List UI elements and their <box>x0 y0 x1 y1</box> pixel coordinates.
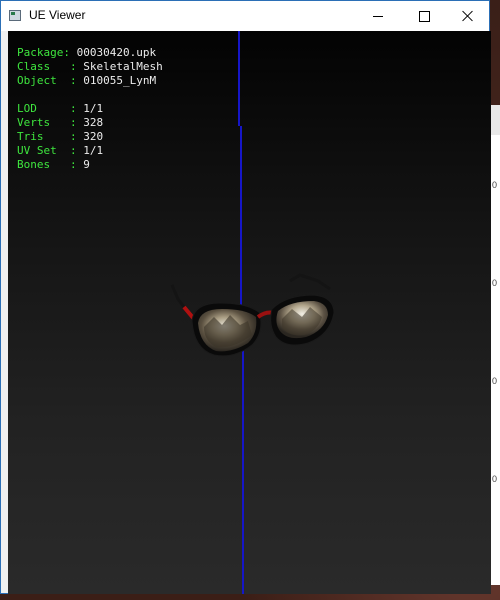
sunglasses-mesh <box>170 273 335 357</box>
mesh-info-overlay: Package: 00030420.upk Class : SkeletalMe… <box>17 46 163 172</box>
lod-value: 1/1 <box>83 102 104 115</box>
axis-line <box>238 31 240 126</box>
close-button[interactable] <box>447 1 489 31</box>
info-row-bones: Bones : 9 <box>17 158 90 171</box>
info-row-tris: Tris : 320 <box>17 130 104 143</box>
background-window-marker: 0 <box>492 278 498 288</box>
info-row-object: Object : 010055_LynM <box>17 74 157 87</box>
minimize-button[interactable] <box>355 1 401 31</box>
verts-value: 328 <box>83 116 104 129</box>
object-value: 010055_LynM <box>83 74 157 87</box>
maximize-icon <box>418 10 430 22</box>
tris-value: 320 <box>83 130 104 143</box>
background-window-edge: 0 0 0 0 <box>490 105 500 585</box>
info-row-lod: LOD : 1/1 <box>17 102 104 115</box>
app-icon[interactable] <box>9 10 21 21</box>
title-bar[interactable]: UE Viewer <box>1 1 489 31</box>
ue-viewer-window: UE Viewer Package: 00030420.upk Class : … <box>0 0 491 594</box>
uvset-value: 1/1 <box>83 144 104 157</box>
close-icon <box>462 10 474 22</box>
window-title: UE Viewer <box>29 8 86 22</box>
background-window-marker: 0 <box>492 376 498 386</box>
background-window-header <box>490 105 500 135</box>
class-value: SkeletalMesh <box>83 60 163 73</box>
info-row-package: Package: 00030420.upk <box>17 46 157 59</box>
3d-viewport[interactable]: Package: 00030420.upk Class : SkeletalMe… <box>8 31 491 594</box>
right-temple-arm <box>289 273 331 291</box>
background-window-marker: 0 <box>492 180 498 190</box>
info-row-verts: Verts : 328 <box>17 116 104 129</box>
bones-value: 9 <box>83 158 90 171</box>
info-row-class: Class : SkeletalMesh <box>17 60 163 73</box>
maximize-button[interactable] <box>401 1 447 31</box>
background-window-marker: 0 <box>492 474 498 484</box>
package-value: 00030420.upk <box>76 46 157 59</box>
info-row-uvset: UV Set : 1/1 <box>17 144 104 157</box>
minimize-icon <box>373 15 383 17</box>
